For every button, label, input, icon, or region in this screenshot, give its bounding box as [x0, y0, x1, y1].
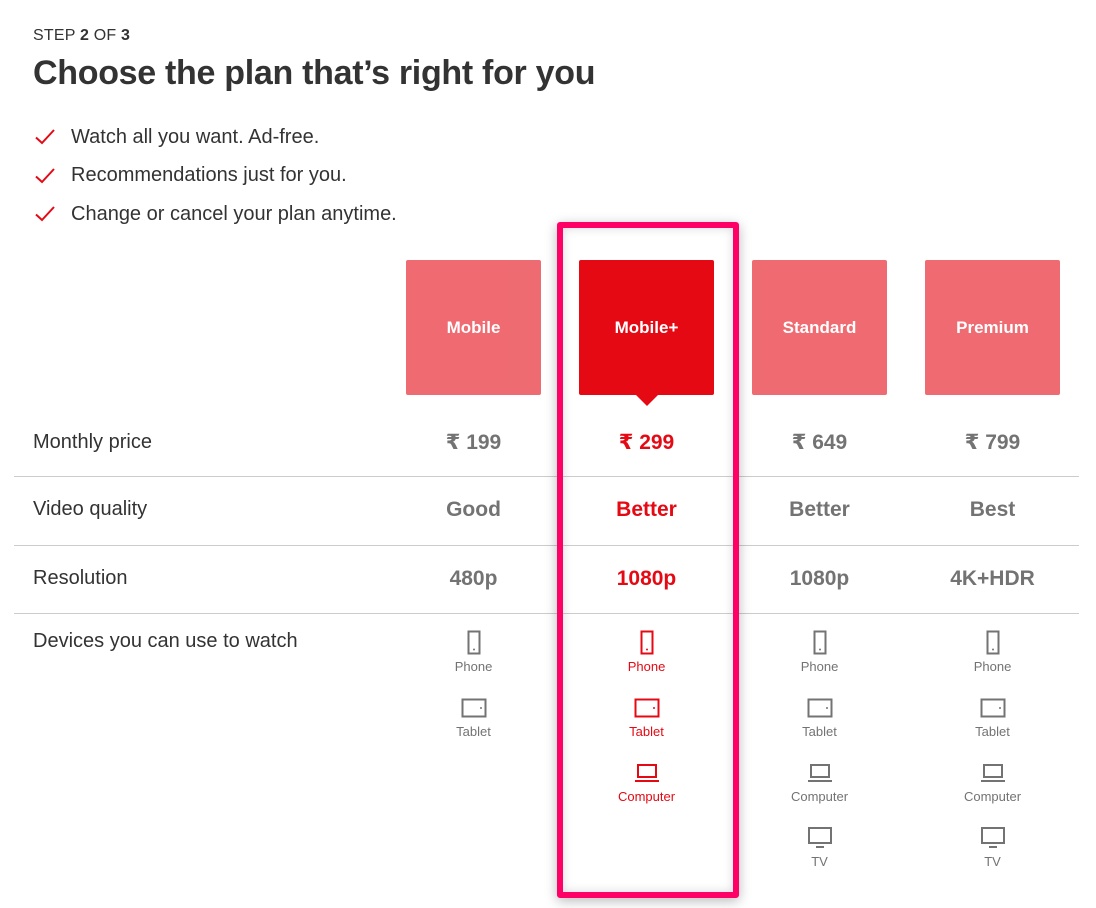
resolution-premium: 4K+HDR [950, 567, 1035, 590]
step-total: 3 [121, 27, 131, 44]
resolution-mobile-plus: 1080p [616, 567, 677, 590]
devices-standard: Phone Tablet Computer TV [752, 630, 887, 890]
device-tv: TV [752, 825, 887, 890]
device-phone: Phone [406, 630, 541, 695]
feature-item: Recommendations just for you. [33, 157, 397, 196]
quality-mobile-plus: Better [616, 498, 677, 521]
device-tv: TV [925, 825, 1060, 890]
page-title: Choose the plan that’s right for you [33, 54, 596, 92]
devices-mobile: Phone Tablet [406, 630, 541, 760]
device-tablet: Tablet [406, 695, 541, 760]
feature-item: Watch all you want. Ad-free. [33, 118, 397, 157]
phone-icon [467, 630, 480, 655]
price-mobile-plus: ₹ 299 [618, 431, 675, 454]
tablet-icon [461, 698, 486, 718]
device-tablet: Tablet [752, 695, 887, 760]
laptop-icon [634, 764, 659, 782]
feature-text: Change or cancel your plan anytime. [71, 202, 397, 225]
device-computer: Computer [752, 760, 887, 825]
feature-item: Change or cancel your plan anytime. [33, 195, 397, 234]
resolution-mobile: 480p [449, 567, 498, 590]
resolution-row: Resolution [14, 546, 1079, 614]
device-tablet: Tablet [579, 695, 714, 760]
laptop-icon [807, 764, 832, 782]
tablet-icon [980, 698, 1005, 718]
devices-mobile-plus: Phone Tablet Computer [579, 630, 714, 825]
device-tablet: Tablet [925, 695, 1060, 760]
price-row: Monthly price [14, 410, 1079, 477]
step-prefix: STEP [33, 27, 76, 44]
devices-premium: Phone Tablet Computer TV [925, 630, 1060, 890]
device-phone: Phone [925, 630, 1060, 695]
step-indicator: STEP 2 OF 3 [33, 27, 130, 45]
price-row-label: Monthly price [33, 431, 152, 453]
plan-name: Mobile+ [614, 317, 679, 337]
tv-icon [980, 827, 1005, 848]
check-icon [33, 202, 71, 226]
device-computer: Computer [579, 760, 714, 825]
phone-icon [986, 630, 999, 655]
price-standard: ₹ 649 [791, 431, 848, 454]
device-computer: Computer [925, 760, 1060, 825]
device-phone: Phone [579, 630, 714, 695]
laptop-icon [980, 764, 1005, 782]
plan-name: Premium [956, 317, 1029, 337]
step-current: 2 [79, 27, 90, 44]
feature-text: Watch all you want. Ad-free. [71, 125, 320, 148]
resolution-standard: 1080p [789, 567, 850, 590]
step-of: OF [93, 27, 117, 44]
plan-option-standard[interactable]: Standard [752, 260, 887, 395]
quality-premium: Best [969, 498, 1016, 521]
feature-list: Watch all you want. Ad-free. Recommendat… [33, 118, 397, 234]
price-mobile: ₹ 199 [445, 431, 502, 454]
phone-icon [640, 630, 653, 655]
quality-standard: Better [789, 498, 850, 521]
plan-name: Mobile [446, 317, 501, 337]
check-icon [33, 164, 71, 188]
devices-row-label: Devices you can use to watch [33, 630, 298, 652]
quality-mobile: Good [446, 498, 501, 521]
plan-name: Standard [782, 317, 857, 337]
plan-option-mobile-plus[interactable]: Mobile+ [579, 260, 714, 395]
check-icon [33, 125, 71, 149]
resolution-row-label: Resolution [33, 567, 128, 589]
quality-row: Video quality [14, 477, 1079, 546]
devices-row: Devices you can use to watch [14, 614, 1079, 884]
phone-icon [813, 630, 826, 655]
plan-option-premium[interactable]: Premium [925, 260, 1060, 395]
tablet-icon [807, 698, 832, 718]
plan-option-mobile[interactable]: Mobile [406, 260, 541, 395]
quality-row-label: Video quality [33, 498, 148, 520]
feature-text: Recommendations just for you. [71, 164, 347, 187]
tv-icon [807, 827, 832, 848]
device-phone: Phone [752, 630, 887, 695]
price-premium: ₹ 799 [964, 431, 1021, 454]
tablet-icon [634, 698, 659, 718]
